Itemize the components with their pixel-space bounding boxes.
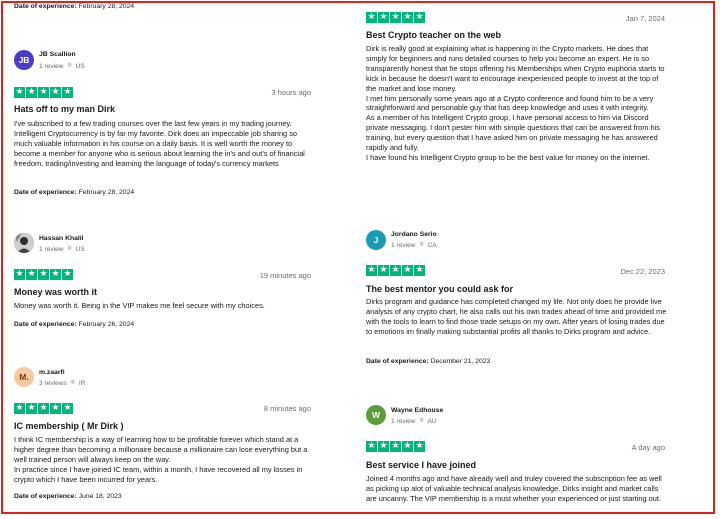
review-body: Dirks program and guidance has completed…	[366, 297, 667, 336]
star-icon: ★	[402, 441, 413, 452]
review-count: 1 review	[39, 62, 64, 70]
review-count: 1 review	[391, 417, 416, 425]
experience-date-partial: Date of experience: February 28, 2024	[14, 3, 135, 10]
location-pin-icon: ⌾	[67, 62, 72, 69]
star-icon: ★	[378, 441, 389, 452]
avatar-photo-icon[interactable]	[14, 233, 34, 253]
star-icon: ★	[14, 269, 25, 280]
reviewer-country: AU	[427, 417, 437, 425]
reviewer-country: US	[75, 62, 85, 70]
star-rating: ★ ★ ★ ★ ★	[14, 403, 73, 414]
review-count: 3 reviews	[39, 379, 67, 387]
reviewer-country: US	[75, 245, 85, 253]
reviewer-name[interactable]: Jordano Serio	[391, 231, 437, 238]
review-title[interactable]: The best mentor you could ask for	[366, 284, 666, 294]
review-body: I've subscribed to a few trading courses…	[14, 119, 305, 168]
review-title[interactable]: Best service I have joined	[366, 460, 666, 470]
review-body: I think IC membership is a way of learni…	[14, 435, 308, 484]
star-icon: ★	[50, 87, 61, 98]
review-title[interactable]: Hats off to my man Dirk	[14, 104, 311, 114]
reviewer-name[interactable]: m.zaarfi	[39, 369, 65, 376]
star-icon: ★	[26, 87, 37, 98]
star-icon: ★	[378, 265, 389, 276]
review-time: 19 minutes ago	[259, 271, 311, 280]
star-icon: ★	[38, 87, 49, 98]
review-time: Jan 7, 2024	[625, 14, 665, 23]
avatar[interactable]: M.	[14, 367, 34, 387]
star-icon: ★	[390, 12, 401, 23]
star-icon: ★	[390, 441, 401, 452]
experience-date: Date of experience: February 26, 2024	[14, 321, 135, 328]
location-pin-icon: ⌾	[419, 417, 424, 424]
star-icon: ★	[50, 403, 61, 414]
reviewer-meta: 1 review ⌾ US	[39, 245, 85, 253]
star-icon: ★	[26, 403, 37, 414]
star-icon: ★	[414, 265, 425, 276]
star-icon: ★	[38, 269, 49, 280]
star-icon: ★	[414, 441, 425, 452]
experience-date: Date of experience: February 28, 2024	[14, 189, 135, 196]
review-title[interactable]: Money was worth it	[14, 287, 311, 297]
reviewer-name[interactable]: Hassan Khalil	[39, 235, 84, 242]
star-rating: ★ ★ ★ ★ ★	[366, 265, 425, 276]
reviewer-meta: 1 review ⌾ AU	[391, 417, 437, 425]
review-count: 1 review	[391, 241, 416, 249]
reviewer-country: CA	[427, 241, 437, 249]
star-rating: ★ ★ ★ ★ ★	[14, 87, 73, 98]
star-icon: ★	[62, 403, 73, 414]
star-icon: ★	[378, 12, 389, 23]
location-pin-icon: ⌾	[70, 379, 75, 386]
review-count: 1 review	[39, 245, 64, 253]
location-pin-icon: ⌾	[67, 245, 72, 252]
review-body: Joined 4 months ago and have already wel…	[366, 474, 662, 503]
star-icon: ★	[402, 12, 413, 23]
avatar[interactable]: W	[366, 405, 386, 425]
reviewer-name[interactable]: Wayne Edhouse	[391, 407, 443, 414]
reviewer-meta: 3 reviews ⌾ IR	[39, 379, 85, 387]
reviewer-name[interactable]: JB Scallion	[39, 51, 76, 58]
star-rating: ★ ★ ★ ★ ★	[366, 441, 425, 452]
review-time: A day ago	[631, 443, 665, 452]
star-icon: ★	[26, 269, 37, 280]
review-title[interactable]: Best Crypto teacher on the web	[366, 30, 666, 40]
avatar[interactable]: J	[366, 230, 386, 250]
reviewer-meta: 1 review ⌾ US	[39, 62, 85, 70]
review-time: 3 hours ago	[271, 88, 311, 97]
star-icon: ★	[14, 403, 25, 414]
review-page-frame: Date of experience: February 28, 2024 JB…	[1, 1, 715, 514]
star-rating: ★ ★ ★ ★ ★	[366, 12, 425, 23]
avatar[interactable]: JB	[14, 50, 34, 70]
reviewer-meta: 1 review ⌾ CA	[391, 241, 437, 249]
star-icon: ★	[50, 269, 61, 280]
review-time: Dec 22, 2023	[620, 267, 665, 276]
star-icon: ★	[62, 87, 73, 98]
star-icon: ★	[366, 441, 377, 452]
star-icon: ★	[38, 403, 49, 414]
star-icon: ★	[14, 87, 25, 98]
reviewer-country: IR	[78, 379, 86, 387]
star-rating: ★ ★ ★ ★ ★	[14, 269, 73, 280]
review-body: Dirk is really good at explaining what i…	[366, 44, 665, 162]
experience-date: Date of experience: June 18, 2023	[14, 493, 122, 500]
star-icon: ★	[390, 265, 401, 276]
star-icon: ★	[366, 265, 377, 276]
review-time: 8 minutes ago	[263, 404, 311, 413]
star-icon: ★	[62, 269, 73, 280]
experience-date: Date of experience: December 21, 2023	[366, 358, 491, 365]
review-body: Money was worth it. Being in the VIP mak…	[14, 301, 265, 310]
star-icon: ★	[414, 12, 425, 23]
star-icon: ★	[402, 265, 413, 276]
star-icon: ★	[366, 12, 377, 23]
review-title[interactable]: IC membership ( Mr Dirk )	[14, 421, 311, 431]
location-pin-icon: ⌾	[419, 241, 424, 248]
